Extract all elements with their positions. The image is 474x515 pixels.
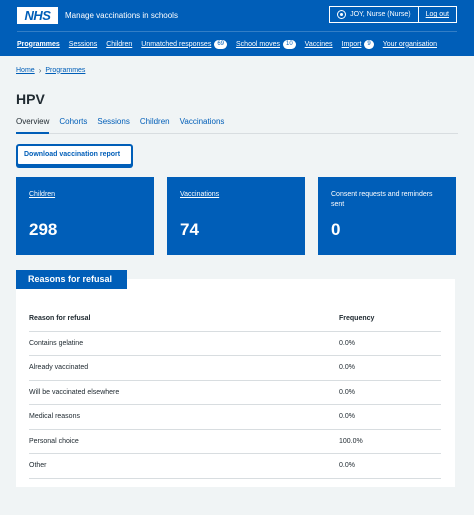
- table-cell: Other: [29, 462, 47, 470]
- count-badge: 9: [364, 39, 374, 49]
- tab-vaccinations[interactable]: Vaccinations: [180, 116, 225, 134]
- nav-item-your-organisation[interactable]: Your organisation: [383, 41, 437, 48]
- table-row: Already vaccinated 0.0%: [29, 356, 441, 381]
- card-value: 74: [180, 220, 199, 239]
- card-consent-requests: Consent requests and reminders sent 0: [318, 177, 456, 255]
- primary-nav: Programmes Sessions Children Unmatched r…: [17, 31, 457, 56]
- count-badge: 10: [282, 39, 296, 49]
- nhs-logo[interactable]: NHS: [17, 7, 58, 24]
- table-row: Will be vaccinated elsewhere 0.0%: [29, 381, 441, 405]
- nav-item-unmatched-responses[interactable]: Unmatched responses 69: [141, 39, 228, 49]
- table-cell: 0.0%: [339, 462, 355, 470]
- table-cell: Personal choice: [29, 437, 79, 445]
- site-header: NHS Manage vaccinations in schools JOY, …: [0, 0, 474, 56]
- table-cell: 0.0%: [339, 364, 355, 372]
- card-label[interactable]: Children: [29, 190, 141, 200]
- chevron-right-icon: ›: [38, 65, 42, 75]
- tab-cohorts[interactable]: Cohorts: [59, 116, 87, 134]
- panel-heading: Reasons for refusal: [16, 270, 127, 289]
- table-cell: Medical reasons: [29, 413, 80, 421]
- user-icon: [337, 10, 347, 19]
- nav-item-children[interactable]: Children: [106, 41, 132, 48]
- nav-item-school-moves[interactable]: School moves 10: [236, 39, 296, 49]
- nav-item-programmes[interactable]: Programmes: [17, 41, 60, 48]
- column-header: Frequency: [339, 315, 375, 323]
- table-row: Personal choice 100.0%: [29, 430, 441, 454]
- refusal-table: Reason for refusal Frequency Contains ge…: [29, 307, 441, 479]
- table-cell: 0.0%: [339, 388, 355, 396]
- tab-sessions[interactable]: Sessions: [97, 116, 129, 134]
- nav-item-sessions[interactable]: Sessions: [69, 41, 97, 48]
- table-row: Other 0.0%: [29, 454, 441, 479]
- table-row: Medical reasons 0.0%: [29, 405, 441, 430]
- service-name[interactable]: Manage vaccinations in schools: [65, 11, 178, 20]
- table-cell: Will be vaccinated elsewhere: [29, 388, 120, 396]
- card-value: 298: [29, 220, 58, 239]
- account-user: JOY, Nurse (Nurse): [330, 7, 418, 22]
- table-cell: Contains gelatine: [29, 339, 84, 347]
- breadcrumb-programmes[interactable]: Programmes: [45, 67, 85, 74]
- card-label[interactable]: Vaccinations: [180, 190, 292, 200]
- tab-overview[interactable]: Overview: [16, 116, 50, 134]
- table-cell: Already vaccinated: [29, 364, 89, 372]
- nav-item-import[interactable]: Import 9: [342, 39, 374, 49]
- card-children[interactable]: Children 298: [16, 177, 154, 255]
- table-cell: 0.0%: [339, 413, 355, 421]
- logout-button[interactable]: Log out: [417, 7, 456, 22]
- download-report-button[interactable]: Download vaccination report: [16, 144, 133, 166]
- breadcrumb-home[interactable]: Home: [16, 67, 35, 74]
- refusal-panel: Reasons for refusal Reason for refusal F…: [16, 270, 455, 487]
- card-vaccinations[interactable]: Vaccinations 74: [167, 177, 305, 255]
- table-row: Contains gelatine 0.0%: [29, 332, 441, 356]
- table-header-row: Reason for refusal Frequency: [29, 307, 441, 332]
- account-menu: JOY, Nurse (Nurse) Log out: [329, 6, 457, 23]
- table-cell: 0.0%: [339, 339, 355, 347]
- column-header: Reason for refusal: [29, 315, 91, 323]
- page-title: HPV: [16, 91, 45, 107]
- table-cell: 100.0%: [339, 437, 363, 445]
- secondary-nav: Overview Cohorts Sessions Children Vacci…: [16, 116, 458, 134]
- count-badge: 69: [214, 39, 228, 49]
- breadcrumb: Home › Programmes: [0, 56, 474, 78]
- card-label: Consent requests and reminders sent: [331, 191, 433, 208]
- stat-cards: Children 298 Vaccinations 74 Consent req…: [16, 177, 458, 255]
- nav-item-vaccines[interactable]: Vaccines: [305, 41, 333, 48]
- tab-children[interactable]: Children: [140, 116, 170, 134]
- card-value: 0: [331, 220, 341, 239]
- account-user-name: JOY, Nurse (Nurse): [350, 11, 411, 18]
